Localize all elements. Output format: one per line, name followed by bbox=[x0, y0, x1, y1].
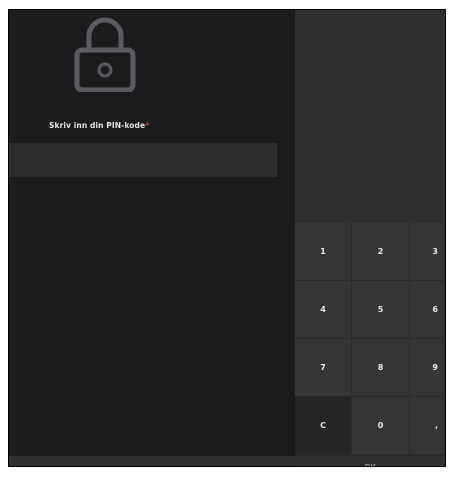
pin-entry-window: Skriv inn din PIN-kode* 1 2 3 4 5 6 7 8 … bbox=[8, 9, 446, 467]
key-comma[interactable]: , bbox=[410, 397, 445, 455]
keypad-grid: 1 2 3 4 5 6 7 8 9 C 0 , bbox=[295, 223, 445, 455]
ok-button-label: OK bbox=[364, 462, 376, 467]
keypad-display-area bbox=[295, 10, 445, 223]
key-5[interactable]: 5 bbox=[352, 281, 410, 339]
keypad-panel: 1 2 3 4 5 6 7 8 9 C 0 , OK bbox=[295, 10, 445, 466]
ok-button[interactable]: OK bbox=[295, 455, 445, 467]
key-clear[interactable]: C bbox=[295, 397, 352, 455]
pin-prompt-text: Skriv inn din PIN-kode bbox=[49, 121, 146, 130]
key-7[interactable]: 7 bbox=[295, 339, 352, 397]
key-3[interactable]: 3 bbox=[410, 223, 445, 281]
pin-prompt-label: Skriv inn din PIN-kode* bbox=[49, 121, 149, 130]
key-8[interactable]: 8 bbox=[352, 339, 410, 397]
key-1[interactable]: 1 bbox=[295, 223, 352, 281]
key-2[interactable]: 2 bbox=[352, 223, 410, 281]
key-4[interactable]: 4 bbox=[295, 281, 352, 339]
lock-icon bbox=[74, 17, 136, 92]
pin-entry-panel: Skriv inn din PIN-kode* bbox=[9, 10, 295, 466]
required-marker: * bbox=[145, 121, 150, 130]
bottom-bar bbox=[9, 456, 295, 466]
key-9[interactable]: 9 bbox=[410, 339, 445, 397]
key-6[interactable]: 6 bbox=[410, 281, 445, 339]
pin-input[interactable] bbox=[9, 143, 277, 177]
key-0[interactable]: 0 bbox=[352, 397, 410, 455]
